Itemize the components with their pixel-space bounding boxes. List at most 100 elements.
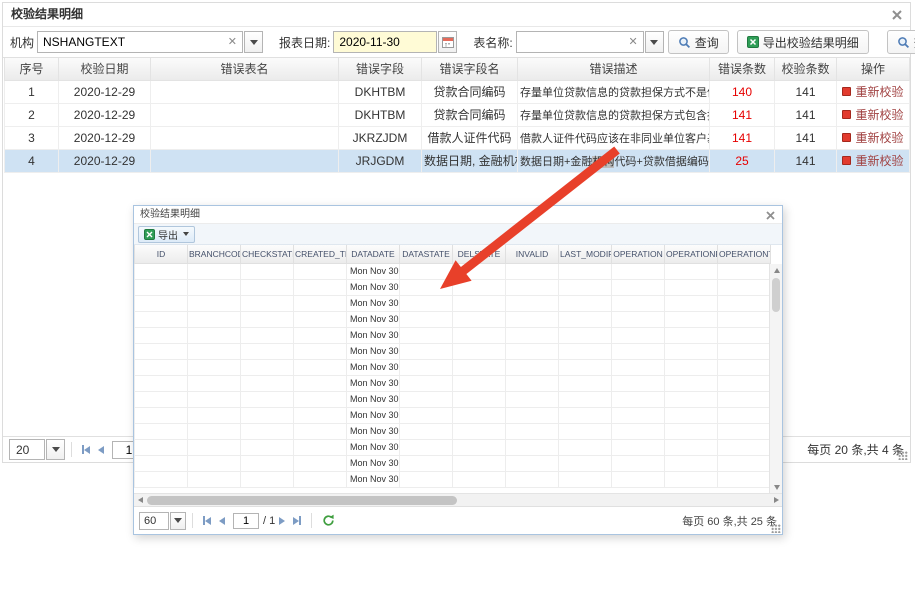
dialog-resize-grip[interactable] bbox=[771, 524, 781, 533]
grid-row[interactable]: 2 2020-12-29 DKHTBM 贷款合同编码 存量单位贷款信息的贷款担保… bbox=[5, 103, 910, 126]
scroll-up-icon[interactable] bbox=[770, 264, 782, 276]
table-name-input[interactable] bbox=[522, 33, 627, 51]
refresh-icon[interactable] bbox=[322, 514, 335, 527]
scroll-left-icon[interactable] bbox=[134, 494, 146, 506]
column-header-err-table[interactable]: 错误表名 bbox=[151, 58, 339, 80]
dialog-grid-cell bbox=[665, 407, 718, 423]
close-icon[interactable] bbox=[891, 9, 903, 21]
dialog-grid-cell bbox=[400, 439, 453, 455]
vertical-scroll-thumb[interactable] bbox=[772, 278, 780, 312]
report-date-input[interactable] bbox=[339, 33, 433, 51]
prev-page-icon[interactable] bbox=[98, 446, 104, 454]
dialog-grid-row[interactable]: Mon Nov 30 20... bbox=[135, 311, 771, 327]
scroll-right-icon[interactable] bbox=[770, 494, 782, 506]
org-input[interactable] bbox=[43, 33, 226, 51]
dialog-grid-cell bbox=[188, 327, 241, 343]
column-header-seq[interactable]: 序号 bbox=[5, 58, 59, 80]
recheck-button[interactable]: 重新校验 bbox=[842, 129, 903, 146]
dialog-column-header[interactable]: OPERATIONTIME bbox=[718, 245, 771, 263]
dialog-grid-cell bbox=[718, 279, 771, 295]
next-page-icon[interactable] bbox=[279, 517, 285, 525]
dialog-page-number-input[interactable] bbox=[233, 513, 259, 529]
dialog-grid-row[interactable]: Mon Nov 30 20... bbox=[135, 263, 771, 279]
dialog-grid-cell bbox=[294, 295, 347, 311]
dialog-column-header[interactable]: ID bbox=[135, 245, 188, 263]
column-header-err-count[interactable]: 错误条数 bbox=[710, 58, 775, 80]
dialog-grid-cell bbox=[241, 343, 294, 359]
dialog-grid-row[interactable]: Mon Nov 30 20... bbox=[135, 343, 771, 359]
close-icon[interactable] bbox=[765, 210, 776, 221]
column-header-err-field-name[interactable]: 错误字段名 bbox=[422, 58, 518, 80]
calendar-icon[interactable] bbox=[438, 31, 457, 53]
chevron-down-icon[interactable] bbox=[645, 31, 664, 53]
page-size-select[interactable]: 20 bbox=[9, 439, 65, 460]
recheck-button[interactable]: 重新校验 bbox=[842, 152, 903, 169]
column-header-operation[interactable]: 操作 bbox=[837, 58, 910, 80]
recheck-button[interactable]: 重新校验 bbox=[842, 106, 903, 123]
dialog-grid-cell bbox=[241, 263, 294, 279]
horizontal-scrollbar[interactable] bbox=[134, 493, 782, 506]
clear-icon[interactable]: ✕ bbox=[626, 37, 639, 48]
chevron-down-icon[interactable] bbox=[170, 512, 186, 530]
chevron-down-icon[interactable] bbox=[244, 31, 263, 53]
dialog-grid-row[interactable]: Mon Nov 30 20... bbox=[135, 391, 771, 407]
dialog-column-header[interactable]: BRANCHCODE bbox=[188, 245, 241, 263]
export-result-button[interactable]: 导出校验结果明细 bbox=[737, 30, 869, 54]
recheck-icon bbox=[842, 87, 851, 96]
vertical-scrollbar[interactable] bbox=[769, 264, 782, 493]
dialog-grid-cell bbox=[135, 391, 188, 407]
dialog-grid-cell bbox=[241, 279, 294, 295]
column-header-check-count[interactable]: 校验条数 bbox=[775, 58, 837, 80]
chevron-down-icon[interactable] bbox=[46, 439, 65, 460]
view-log-button[interactable]: 查看校验日志 bbox=[887, 30, 915, 54]
dialog-column-header[interactable]: CHECKSTATE bbox=[241, 245, 294, 263]
dialog-grid-row[interactable]: Mon Nov 30 20... bbox=[135, 375, 771, 391]
dialog-column-header[interactable]: DELSTATE bbox=[453, 245, 506, 263]
dialog-grid-cell bbox=[135, 455, 188, 471]
dialog-grid-cell bbox=[188, 343, 241, 359]
dialog-column-header[interactable]: INVALID bbox=[506, 245, 559, 263]
clear-icon[interactable]: ✕ bbox=[226, 37, 239, 48]
dialog-grid-row[interactable]: Mon Nov 30 20... bbox=[135, 439, 771, 455]
dialog-grid-row[interactable]: Mon Nov 30 20... bbox=[135, 471, 771, 487]
column-header-check-date[interactable]: 校验日期 bbox=[59, 58, 151, 80]
first-page-icon[interactable] bbox=[82, 445, 90, 454]
dialog-grid-row[interactable]: Mon Nov 30 20... bbox=[135, 407, 771, 423]
last-page-icon[interactable] bbox=[293, 516, 301, 525]
dialog-grid-cell bbox=[718, 439, 771, 455]
dialog-grid-row[interactable]: Mon Nov 30 20... bbox=[135, 327, 771, 343]
dialog-grid-cell bbox=[559, 455, 612, 471]
dialog-grid-row[interactable]: Mon Nov 30 20... bbox=[135, 295, 771, 311]
dialog-grid-row[interactable]: Mon Nov 30 20... bbox=[135, 279, 771, 295]
dialog-column-header[interactable]: DATASTATE bbox=[400, 245, 453, 263]
dialog-grid-cell bbox=[135, 279, 188, 295]
grid-row[interactable]: 1 2020-12-29 DKHTBM 贷款合同编码 存量单位贷款信息的贷款担保… bbox=[5, 80, 910, 103]
excel-icon bbox=[144, 229, 155, 240]
dialog-title-bar[interactable]: 校验结果明细 bbox=[134, 206, 782, 224]
first-page-icon[interactable] bbox=[203, 516, 211, 525]
dialog-grid-cell bbox=[612, 295, 665, 311]
dialog-grid-cell bbox=[665, 263, 718, 279]
dialog-export-button[interactable]: 导出 bbox=[138, 226, 195, 243]
dialog-grid-row[interactable]: Mon Nov 30 20... bbox=[135, 455, 771, 471]
prev-page-icon[interactable] bbox=[219, 517, 225, 525]
column-header-err-field[interactable]: 错误字段 bbox=[339, 58, 422, 80]
recheck-button[interactable]: 重新校验 bbox=[842, 83, 903, 100]
scroll-down-icon[interactable] bbox=[770, 481, 782, 493]
dialog-page-size-select[interactable]: 60 bbox=[139, 512, 186, 530]
dialog-column-header[interactable]: OPERATION bbox=[612, 245, 665, 263]
grid-row[interactable]: 3 2020-12-29 JKRZJDM 借款人证件代码 借款人证件代码应该在非… bbox=[5, 126, 910, 149]
dialog-grid-cell bbox=[453, 343, 506, 359]
dialog-column-header[interactable]: DATADATE bbox=[347, 245, 400, 263]
column-header-err-desc[interactable]: 错误描述 bbox=[518, 58, 710, 80]
grid-row-selected[interactable]: 4 2020-12-29 JRJGDM 数据日期, 金融机构代... 数据日期+… bbox=[5, 149, 910, 172]
resize-grip[interactable] bbox=[898, 451, 908, 460]
dialog-column-header[interactable]: OPERATIONREAS bbox=[665, 245, 718, 263]
dialog-grid-row[interactable]: Mon Nov 30 20... bbox=[135, 423, 771, 439]
dialog-grid-row[interactable]: Mon Nov 30 20... bbox=[135, 359, 771, 375]
dialog-grid-cell bbox=[135, 439, 188, 455]
horizontal-scroll-thumb[interactable] bbox=[147, 496, 457, 505]
query-button[interactable]: 查询 bbox=[668, 30, 729, 54]
dialog-column-header[interactable]: LAST_MODIFIED_ bbox=[559, 245, 612, 263]
dialog-column-header[interactable]: CREATED_TIME bbox=[294, 245, 347, 263]
